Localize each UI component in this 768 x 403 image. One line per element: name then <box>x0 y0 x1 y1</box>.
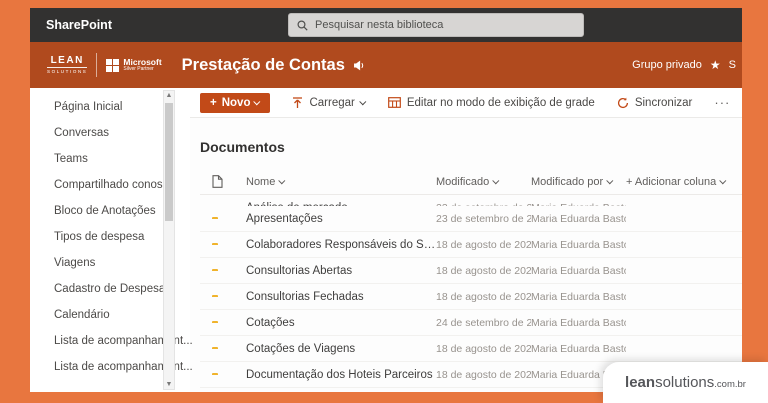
grid-icon <box>388 97 401 108</box>
table-row[interactable]: Cotações 24 de setembro de 2021 Maria Ed… <box>200 310 742 336</box>
microsoft-logo-text: Microsoft <box>123 58 161 67</box>
table-row[interactable]: Análise de mercado 23 de setembro de 202… <box>200 195 742 206</box>
search-input[interactable]: Pesquisar nesta biblioteca <box>288 13 584 37</box>
main-content: + Novo Carregar Editar no modo de exibiç… <box>190 88 742 392</box>
lean-logo-text: LEAN <box>47 56 87 68</box>
row-modified-by: Maria Eduarda Bastos <box>531 317 626 329</box>
lean-logo: LEAN SOLUTIONS <box>47 56 87 74</box>
file-type-column-icon[interactable] <box>200 175 246 188</box>
chevron-down-icon <box>492 177 499 184</box>
search-placeholder: Pesquisar nesta biblioteca <box>315 19 443 31</box>
site-title[interactable]: Prestação de Contas <box>182 56 365 75</box>
table-row[interactable]: Apresentações 23 de setembro de 2021 Mar… <box>200 206 742 232</box>
leansolutions-watermark: leansolutions.com.br <box>603 362 768 403</box>
sync-button-label: Sincronizar <box>635 97 693 109</box>
row-name[interactable]: Cotações <box>246 317 436 329</box>
chevron-down-icon <box>606 177 613 184</box>
sync-button[interactable]: Sincronizar <box>617 97 693 109</box>
table-row[interactable]: Cotações de Viagens 18 de agosto de 2021… <box>200 336 742 362</box>
row-modified-by: Maria Eduarda Bastos <box>531 291 626 303</box>
row-modified-by: Maria Eduarda Bastos <box>531 213 626 225</box>
privacy-label: Grupo privado <box>632 59 702 71</box>
column-header-nome[interactable]: Nome <box>246 176 436 188</box>
row-modified: 18 de agosto de 2021 <box>436 291 531 303</box>
row-name[interactable]: Análise de mercado <box>246 202 436 207</box>
left-nav: Página Inicial Conversas Teams Compartil… <box>30 88 190 392</box>
grid-edit-label: Editar no modo de exibição de grade <box>407 97 595 109</box>
column-header-modificado-por[interactable]: Modificado por <box>531 176 626 188</box>
row-name[interactable]: Cotações de Viagens <box>246 343 436 355</box>
chevron-down-icon <box>719 177 726 184</box>
plus-icon: + <box>210 97 217 109</box>
row-modified: 18 de agosto de 2021 <box>436 239 531 251</box>
more-options-button[interactable]: ··· <box>714 95 730 110</box>
chevron-down-icon <box>279 177 286 184</box>
scrollbar-thumb[interactable] <box>165 103 173 221</box>
table-row[interactable]: Consultorias Fechadas 18 de agosto de 20… <box>200 284 742 310</box>
documents-table: Nome Modificado Modificado por + Adicion… <box>190 169 742 388</box>
watermark-bold-text: lean <box>625 374 655 391</box>
table-row[interactable]: Consultorias Abertas 18 de agosto de 202… <box>200 258 742 284</box>
scroll-up-icon[interactable]: ▲ <box>164 91 174 100</box>
watermark-suffix-text: .com.br <box>714 379 746 390</box>
row-modified: 23 de setembro de 2021 <box>436 213 531 225</box>
row-modified: 18 de agosto de 2021 <box>436 343 531 355</box>
row-name[interactable]: Colaboradores Responsáveis do Setor <box>246 239 436 251</box>
microsoft-logo-icon <box>106 59 119 72</box>
partially-scrolled-row: Análise de mercado 23 de setembro de 202… <box>200 195 742 206</box>
library-title: Documentos <box>200 139 742 155</box>
row-modified-by: Maria Eduarda Bastos <box>531 239 626 251</box>
new-button-label: Novo <box>222 97 251 109</box>
row-modified-by: Maria Eduarda Bastos <box>531 343 626 355</box>
sidebar-scrollbar[interactable]: ▲ ▼ <box>163 90 175 390</box>
scroll-down-icon[interactable]: ▼ <box>164 380 174 389</box>
megaphone-icon <box>352 59 365 72</box>
row-modified: 23 de setembro de 2021 <box>436 202 531 207</box>
chevron-down-icon <box>254 98 261 105</box>
table-header: Nome Modificado Modificado por + Adicion… <box>200 169 742 195</box>
upload-button-label: Carregar <box>309 97 354 109</box>
sharepoint-brand: SharePoint <box>30 18 112 32</box>
row-modified: 24 de setembro de 2021 <box>436 317 531 329</box>
star-icon[interactable]: ★ <box>710 59 721 71</box>
table-row[interactable]: Colaboradores Responsáveis do Setor 18 d… <box>200 232 742 258</box>
watermark-regular-text: solutions <box>655 374 714 391</box>
row-name[interactable]: Consultorias Abertas <box>246 265 436 277</box>
follow-label[interactable]: S <box>729 59 736 71</box>
column-header-modificado[interactable]: Modificado <box>436 176 531 188</box>
site-header: LEAN SOLUTIONS Microsoft Silver Partner … <box>30 42 742 88</box>
upload-icon <box>292 97 303 109</box>
row-name[interactable]: Documentação dos Hoteis Parceiros <box>246 369 436 381</box>
sharepoint-window: SharePoint Pesquisar nesta biblioteca LE… <box>30 8 742 392</box>
row-modified: 18 de agosto de 2021 <box>436 265 531 277</box>
column-header-adicionar-coluna[interactable]: + Adicionar coluna <box>626 176 742 188</box>
logo-divider <box>96 53 97 77</box>
suite-bar: SharePoint Pesquisar nesta biblioteca <box>30 8 742 42</box>
new-button[interactable]: + Novo <box>200 93 270 113</box>
sync-icon <box>617 97 629 109</box>
microsoft-partner-logo: Microsoft Silver Partner <box>106 58 161 73</box>
row-modified: 18 de agosto de 2021 <box>436 369 531 381</box>
site-title-text: Prestação de Contas <box>182 56 345 75</box>
search-icon <box>297 20 308 31</box>
row-modified-by: Maria Eduarda Bastos <box>531 265 626 277</box>
microsoft-partner-text: Silver Partner <box>123 67 161 72</box>
upload-button[interactable]: Carregar <box>292 97 365 109</box>
command-bar: + Novo Carregar Editar no modo de exibiç… <box>190 88 742 118</box>
chevron-down-icon <box>359 98 366 105</box>
row-name[interactable]: Consultorias Fechadas <box>246 291 436 303</box>
row-name[interactable]: Apresentações <box>246 213 436 225</box>
lean-logo-subtext: SOLUTIONS <box>47 70 87 75</box>
grid-edit-button[interactable]: Editar no modo de exibição de grade <box>388 97 595 109</box>
row-modified-by: Maria Eduarda Bastos <box>531 202 626 207</box>
